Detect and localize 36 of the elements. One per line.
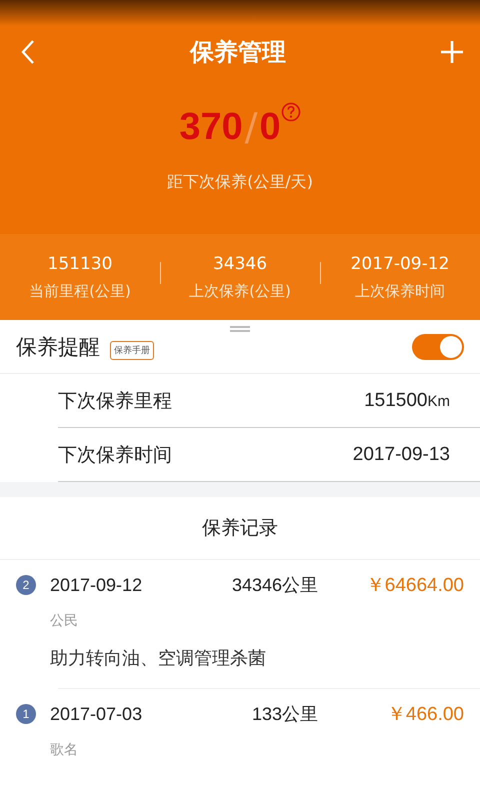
reminder-label: 保养提醒 xyxy=(16,334,100,360)
add-button[interactable] xyxy=(440,40,464,64)
field-label: 下次保养时间 xyxy=(58,442,172,468)
record-item[interactable]: 2 2017-09-12 34346公里 ￥64664.00 公民 助力转向油、空调管理杀菌 xyxy=(0,560,480,688)
stat-label: 上次保养时间 xyxy=(355,282,445,300)
field-label: 下次保养里程 xyxy=(58,388,172,414)
help-icon[interactable] xyxy=(280,102,301,122)
remaining-km: 370 xyxy=(179,105,243,150)
record-mileage: 34346公里 xyxy=(230,574,318,597)
stat-value: 2017-09-12 xyxy=(350,254,450,274)
remaining-days: 0 xyxy=(260,100,281,154)
record-cost: ￥466.00 xyxy=(386,703,464,727)
section-title: 保养记录 xyxy=(0,497,480,560)
back-button[interactable] xyxy=(20,39,36,65)
page-title: 保养管理 xyxy=(190,37,286,68)
stat-label: 当前里程(公里) xyxy=(29,282,131,300)
record-shop: 公民 xyxy=(50,612,79,630)
record-cost: ￥64664.00 xyxy=(364,574,464,598)
stat-value: 34346 xyxy=(212,254,268,274)
index-badge: 1 xyxy=(16,704,36,724)
field-value: 151500Km xyxy=(364,390,450,412)
record-item[interactable]: 1 2017-07-03 133公里 ￥466.00 歌名 xyxy=(0,689,480,777)
reminder-toggle[interactable] xyxy=(412,334,464,360)
field-value: 2017-09-13 xyxy=(352,444,450,466)
separator: / xyxy=(244,104,258,151)
record-items: 助力转向油、空调管理杀菌 xyxy=(50,647,267,670)
index-badge: 2 xyxy=(16,575,36,595)
manual-tag[interactable]: 保养手册 xyxy=(110,341,154,360)
stat-label: 上次保养(公里) xyxy=(189,282,291,300)
remaining-label: 距下次保养(公里/天) xyxy=(166,172,314,193)
drag-handle-icon[interactable] xyxy=(230,326,250,332)
record-date: 2017-09-12 xyxy=(50,574,144,596)
record-shop: 歌名 xyxy=(50,741,79,759)
record-mileage: 133公里 xyxy=(250,703,318,726)
record-date: 2017-07-03 xyxy=(50,704,144,724)
stat-value: 151130 xyxy=(48,254,112,274)
